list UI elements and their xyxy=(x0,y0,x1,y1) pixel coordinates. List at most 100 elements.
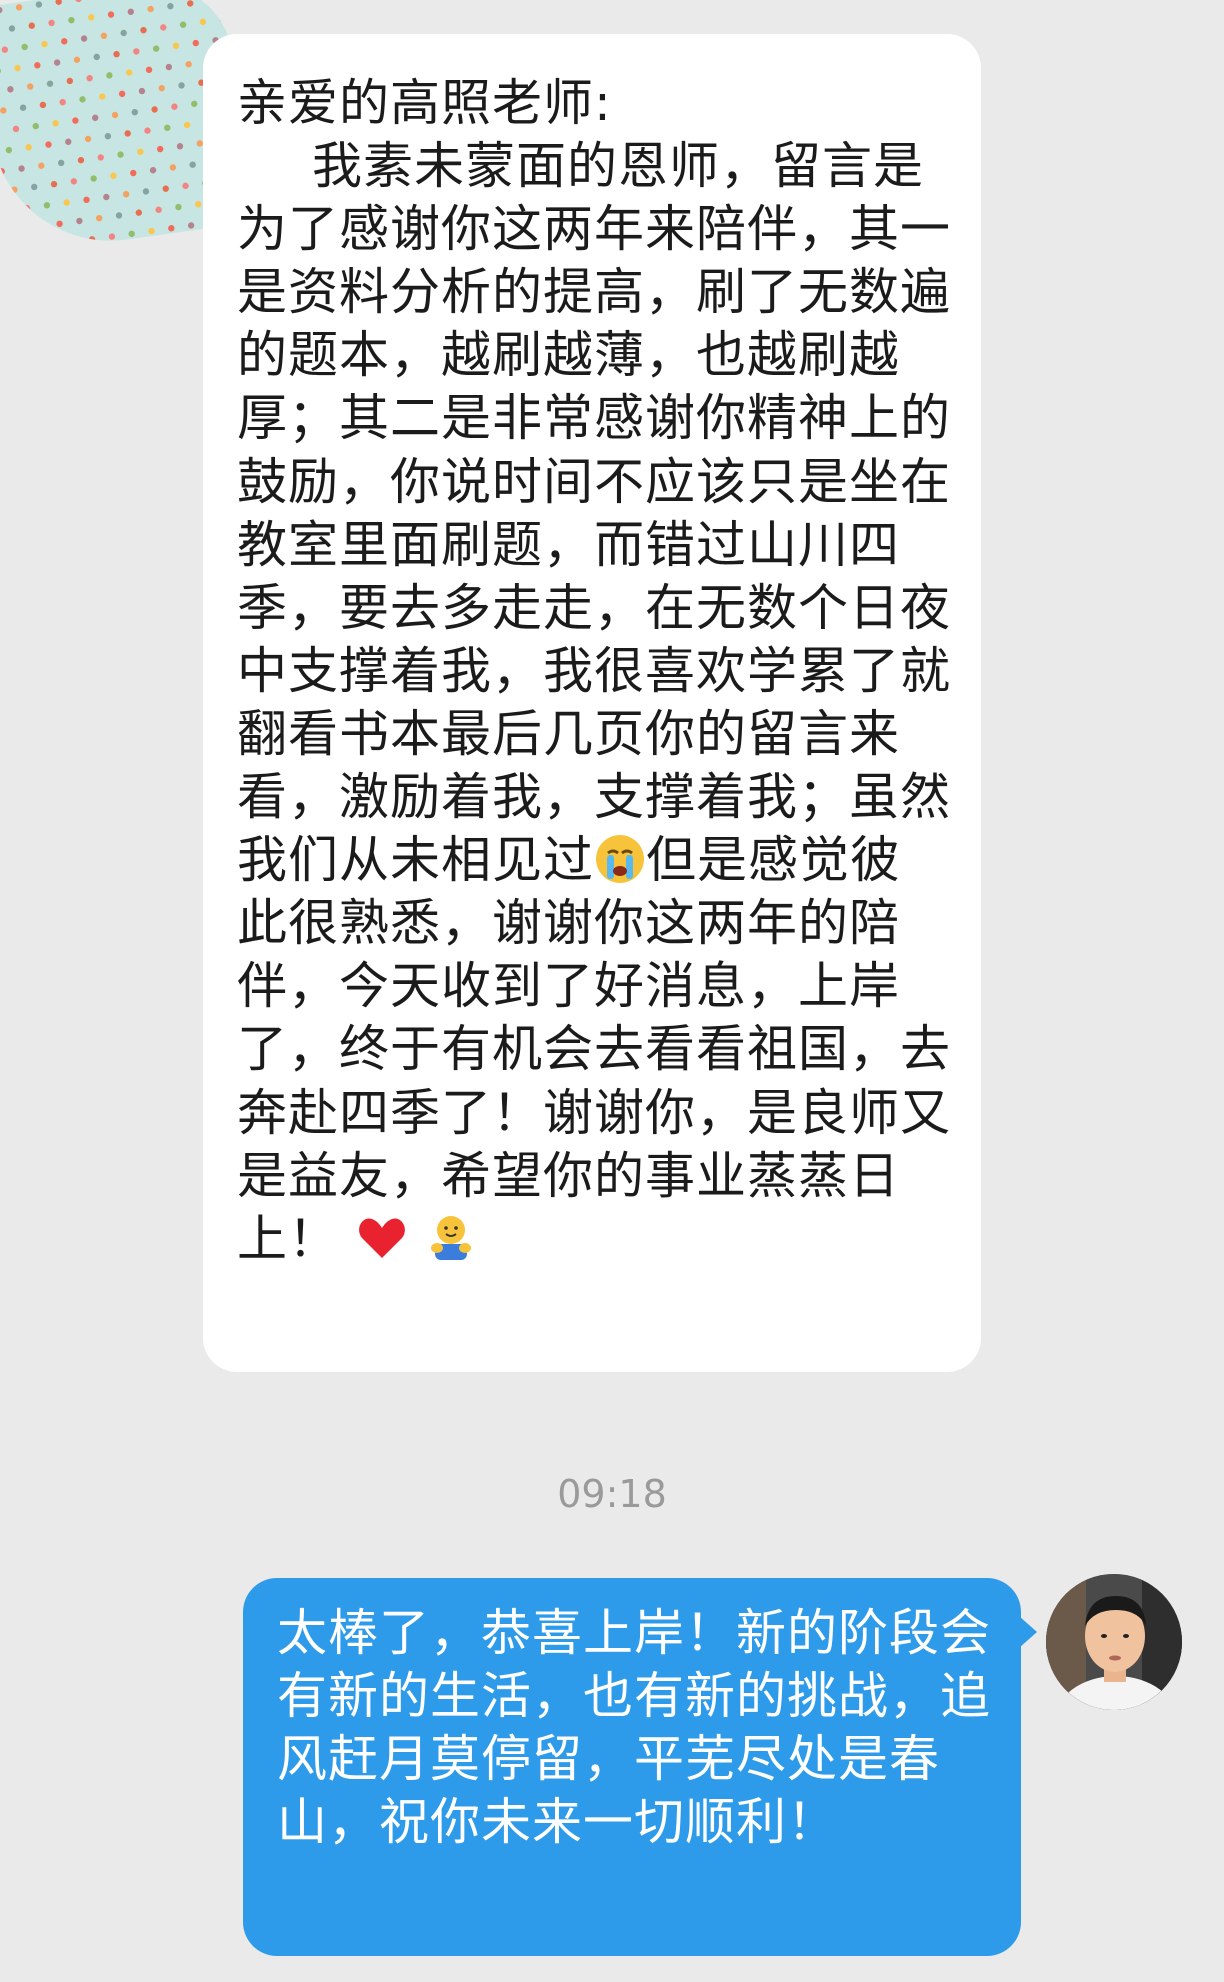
chat-screen: 亲爱的高照老师: 我素未蒙面的恩师，留言是为了感谢你这两年来陪伴，其一是资料分析… xyxy=(0,0,1224,1982)
polka-dot xyxy=(142,188,150,195)
polka-dot xyxy=(7,86,14,93)
polka-dot xyxy=(137,148,144,156)
polka-dot xyxy=(38,162,45,169)
polka-dot xyxy=(0,67,1,75)
outgoing-message-text: 太棒了，恭喜上岸！新的阶段会有新的生活，也有新的挑战，追风赶月莫停留，平芜尽处是… xyxy=(277,1604,991,1851)
polka-dot xyxy=(4,207,11,215)
polka-dot xyxy=(126,69,133,76)
polka-dot xyxy=(192,39,199,47)
polka-dot xyxy=(18,165,25,172)
polka-dot xyxy=(23,204,31,212)
polka-dot xyxy=(176,143,184,150)
polka-dot xyxy=(73,56,81,63)
polka-dot xyxy=(39,101,47,109)
polka-dot xyxy=(79,96,86,103)
polka-dot xyxy=(195,201,202,208)
polka-dot xyxy=(167,3,174,10)
incoming-message-text: 我素未蒙面的恩师，留言是为了感谢你这两年来陪伴，其一是资料分析的提高，刷了无数遍… xyxy=(237,135,951,1271)
polka-dot xyxy=(108,233,116,240)
polka-dot xyxy=(63,199,70,206)
incoming-message-bubble[interactable]: 亲爱的高照老师: 我素未蒙面的恩师，留言是为了感谢你这两年来陪伴，其一是资料分析… xyxy=(203,34,981,1372)
polka-dot xyxy=(189,161,196,168)
polka-dot xyxy=(156,145,164,153)
polka-dot xyxy=(91,114,99,121)
polka-dot xyxy=(144,127,151,134)
polka-dot xyxy=(164,124,171,132)
polka-dot xyxy=(117,151,124,158)
polka-dot xyxy=(25,144,32,151)
polka-dot xyxy=(53,59,61,66)
polka-dot xyxy=(158,85,165,92)
polka-dot xyxy=(169,164,177,171)
polka-dot xyxy=(55,0,62,5)
polka-dot xyxy=(110,172,117,180)
polka-dot xyxy=(76,217,83,225)
polka-dot xyxy=(149,167,157,174)
polka-dot xyxy=(19,104,27,111)
polka-dot xyxy=(8,25,16,32)
polka-dot xyxy=(122,191,130,198)
polka-dot xyxy=(61,38,68,45)
polka-dot xyxy=(31,183,38,191)
polka-dot xyxy=(191,100,198,108)
polka-dot xyxy=(130,169,137,177)
polka-dot xyxy=(185,61,192,68)
polka-dot xyxy=(90,175,97,182)
polka-dot xyxy=(138,87,146,95)
polka-dot xyxy=(148,227,155,235)
polka-dot xyxy=(35,1,43,8)
polka-dot xyxy=(88,236,96,243)
polka-dot xyxy=(83,196,90,203)
polka-dot xyxy=(15,4,23,11)
polka-dot xyxy=(34,62,41,69)
polka-dot xyxy=(93,53,100,61)
polka-dot xyxy=(99,93,106,100)
polka-dot xyxy=(113,50,120,58)
polka-dot xyxy=(21,43,28,51)
polka-dot xyxy=(145,66,153,74)
polka-dot xyxy=(151,106,158,113)
polka-dot xyxy=(27,83,34,90)
message-greeting: 亲爱的高照老师: xyxy=(237,74,612,132)
polka-dot xyxy=(0,168,5,175)
polka-dot xyxy=(0,107,7,114)
polka-dot xyxy=(0,6,3,14)
message-text-part-2: 但是感觉彼此很熟悉，谢谢你这两年的陪伴，今天收到了好消息，上岸了，终于有机会去看… xyxy=(237,831,951,1268)
polka-dot xyxy=(1,46,9,53)
polka-dot xyxy=(199,18,207,26)
message-timestamp: 09:18 xyxy=(557,1472,667,1516)
polka-dot xyxy=(172,42,180,50)
polka-dot xyxy=(133,48,140,55)
polka-dot xyxy=(75,0,82,3)
polka-dot xyxy=(147,5,154,13)
outgoing-message-bubble[interactable]: 太棒了，恭喜上岸！新的阶段会有新的生活，也有新的挑战，追风赶月莫停留，平芜尽处是… xyxy=(243,1578,1037,1956)
polka-dot xyxy=(9,247,17,254)
polka-dot xyxy=(120,29,127,37)
user-avatar[interactable] xyxy=(1046,1574,1182,1710)
polka-dot xyxy=(41,40,48,48)
polka-dot xyxy=(48,19,55,27)
polka-dot xyxy=(183,121,191,129)
polka-dot xyxy=(187,0,194,7)
polka-dot xyxy=(43,202,51,209)
polka-dot xyxy=(84,135,92,143)
polka-dot xyxy=(46,80,54,87)
heart-emoji-icon xyxy=(358,1218,405,1258)
polka-dot xyxy=(52,120,59,127)
polka-dot xyxy=(140,27,147,34)
polka-dot xyxy=(179,21,187,28)
polka-dot xyxy=(111,111,119,119)
polka-dot xyxy=(36,223,43,230)
polka-dot xyxy=(65,138,72,145)
message-text-part-1: 我素未蒙面的恩师，留言是为了感谢你这两年来陪伴，其一是资料分析的提高，刷了无数遍… xyxy=(237,137,951,890)
polka-dot xyxy=(124,130,131,137)
polka-dot xyxy=(127,8,134,15)
polka-dot xyxy=(175,203,182,211)
polka-dot xyxy=(106,72,113,79)
polka-dot xyxy=(80,35,88,42)
polka-dot xyxy=(162,185,169,192)
polka-dot xyxy=(86,74,93,82)
polka-dot xyxy=(226,0,234,2)
polka-dot xyxy=(59,98,66,106)
crying-emoji-icon xyxy=(596,835,644,884)
